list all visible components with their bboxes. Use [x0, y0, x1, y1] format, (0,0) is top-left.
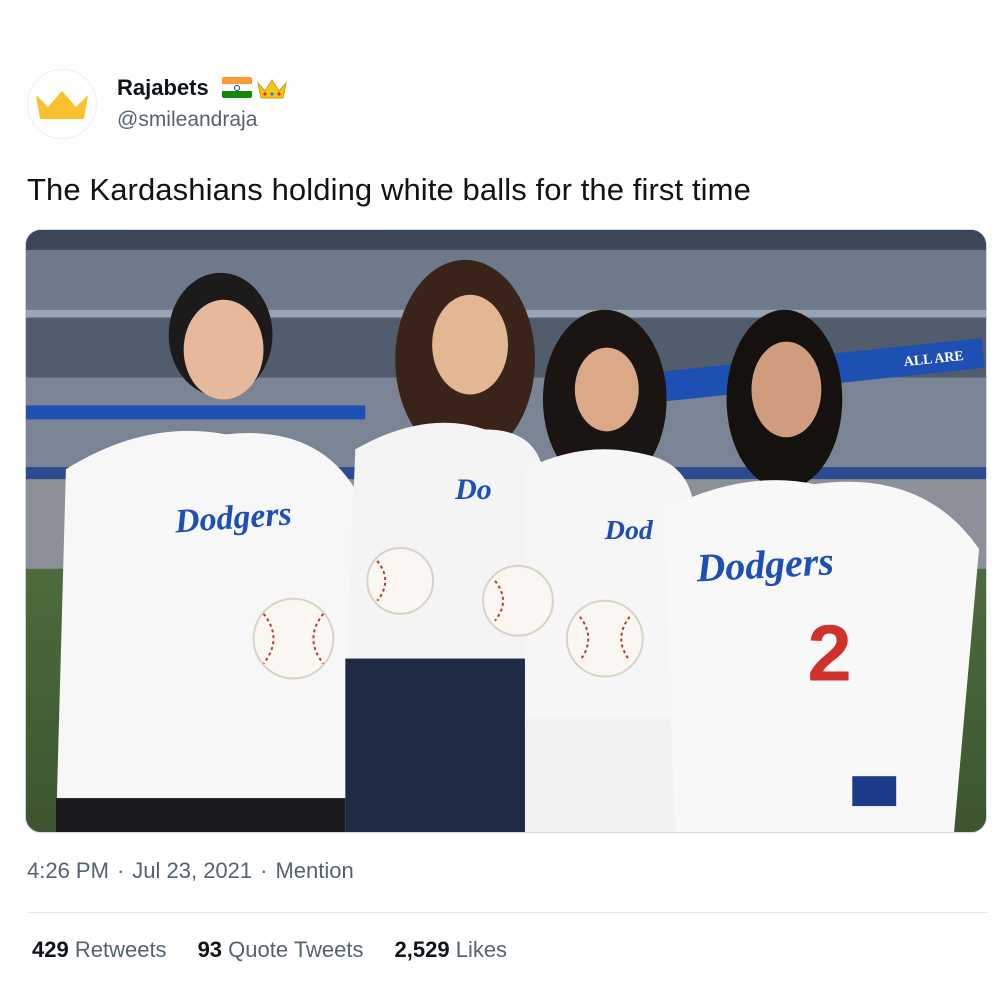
- likes-stat[interactable]: 2,529 Likes: [395, 936, 508, 964]
- baseball-2: [366, 546, 435, 615]
- author-handle[interactable]: @smileandraja: [117, 107, 257, 133]
- jersey-number: 2: [807, 609, 851, 698]
- jersey-text-2: Do: [454, 473, 492, 506]
- tweet-time[interactable]: 4:26 PM: [27, 857, 109, 885]
- crown-icon: [36, 91, 88, 119]
- likes-label: Likes: [455, 937, 508, 962]
- baseball-1: [252, 597, 335, 680]
- quote-tweets-stat[interactable]: 93 Quote Tweets: [198, 936, 364, 964]
- retweets-count: 429: [32, 937, 69, 962]
- tweet-text: The Kardashians holding white balls for …: [27, 172, 751, 207]
- baseball-4: [565, 599, 644, 678]
- divider: [27, 912, 987, 913]
- tweet-media-photo[interactable]: ALL ARE Dodgers Do Dod Dodgers 2: [25, 229, 987, 833]
- name-emojis: [222, 77, 288, 106]
- crown-icon: [256, 77, 288, 106]
- quote-tweets-label: Quote Tweets: [228, 937, 364, 962]
- stadium-photo: ALL ARE Dodgers Do Dod Dodgers 2: [26, 230, 986, 832]
- author-avatar[interactable]: [27, 69, 97, 139]
- india-flag-icon: [222, 77, 252, 98]
- jersey-text-4: Dodgers: [694, 538, 835, 590]
- tweet-card: Rajabets @smileandraja The Kardashians h…: [0, 0, 1000, 1000]
- likes-count: 2,529: [394, 937, 450, 962]
- quote-tweets-count: 93: [197, 937, 223, 962]
- tweet-meta: 4:26 PM · Jul 23, 2021 · Mention: [27, 857, 354, 885]
- baseball-3: [482, 564, 554, 637]
- tweet-source[interactable]: Mention: [275, 857, 353, 885]
- retweets-stat[interactable]: 429 Retweets: [32, 936, 167, 964]
- tweet-date[interactable]: Jul 23, 2021: [132, 857, 252, 885]
- retweets-label: Retweets: [74, 937, 167, 962]
- tweet-stats: 429 Retweets 93 Quote Tweets 2,529 Likes: [32, 936, 507, 964]
- author-display-name[interactable]: Rajabets: [117, 74, 209, 102]
- meta-separator: ·: [260, 858, 268, 883]
- meta-separator: ·: [116, 858, 125, 883]
- jersey-text-3: Dod: [604, 515, 654, 546]
